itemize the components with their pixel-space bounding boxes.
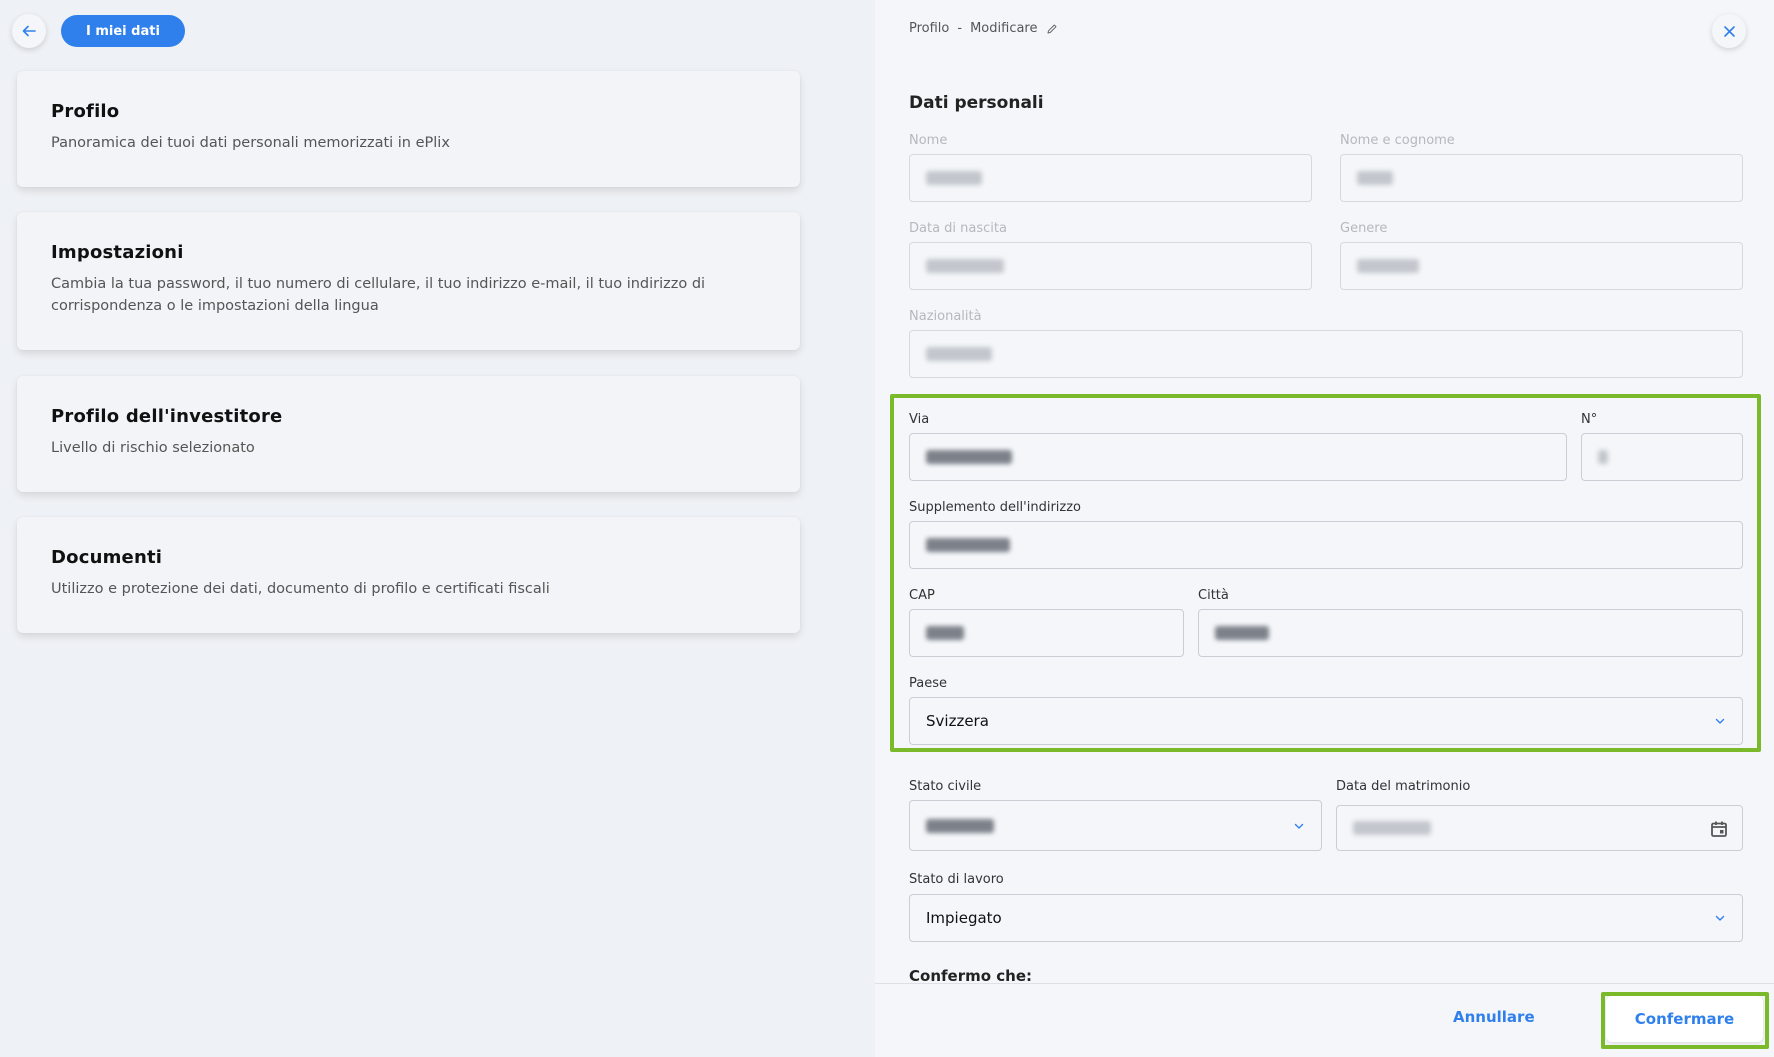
card-profilo-investitore[interactable]: Profilo dell'investitore Livello di risc… [17,376,800,492]
redacted-value [926,259,1004,273]
card-description: Cambia la tua password, il tuo numero di… [51,276,706,314]
back-button[interactable] [12,14,46,48]
redacted-value [926,450,1012,464]
nome-field [909,154,1312,202]
redacted-value [1357,259,1419,273]
data-nascita-field [909,242,1312,290]
breadcrumb-separator: - [957,21,963,36]
card-title: Impostazioni [51,242,184,263]
supplemento-input[interactable] [909,521,1743,569]
redacted-value [1215,626,1269,640]
nazionalita-field [909,330,1743,378]
left-panel: I miei dati Profilo Panoramica dei tuoi … [0,0,873,1057]
numero-label: N° [1581,412,1598,427]
card-description: Livello di rischio selezionato [51,440,255,456]
paese-value: Svizzera [926,712,989,730]
citta-input[interactable] [1198,609,1743,657]
pencil-icon [1047,24,1056,33]
paese-select[interactable]: Svizzera [909,697,1743,745]
close-icon [1723,25,1735,37]
footer: Annullare Confermare [875,984,1774,1057]
cancel-button[interactable]: Annullare [1453,1008,1535,1026]
card-impostazioni[interactable]: Impostazioni Cambia la tua password, il … [17,212,800,350]
card-profilo[interactable]: Profilo Panoramica dei tuoi dati persona… [17,71,800,187]
redacted-value [926,171,982,185]
paese-label: Paese [909,676,947,691]
cap-label: CAP [909,588,935,603]
data-matrimonio-label: Data del matrimonio [1336,779,1471,794]
data-matrimonio-input[interactable] [1336,805,1743,851]
breadcrumb: Profilo - Modificare [909,21,1058,36]
my-data-pill[interactable]: I miei dati [61,15,185,47]
arrow-left-icon [22,25,36,37]
card-description: Utilizzo e protezione dei dati, document… [51,581,550,597]
calendar-icon[interactable] [1709,819,1729,839]
redacted-value [926,538,1010,552]
via-label: Via [909,412,930,427]
section-title: Dati personali [909,93,1044,113]
stato-civile-select[interactable] [909,800,1322,851]
nazionalita-label: Nazionalità [909,309,982,324]
chevron-down-icon [1715,718,1725,724]
redacted-value [926,818,994,833]
card-title: Profilo [51,101,120,122]
data-nascita-label: Data di nascita [909,221,1007,236]
stato-lavoro-label: Stato di lavoro [909,872,1004,887]
cap-input[interactable] [909,609,1184,657]
redacted-value [926,626,964,640]
stato-lavoro-select[interactable]: Impiegato [909,894,1743,942]
card-description: Panoramica dei tuoi dati personali memor… [51,135,450,151]
close-button[interactable] [1712,14,1746,48]
edit-profile-panel: Profilo - Modificare Dati personali Nome… [875,0,1774,1057]
card-title: Documenti [51,547,163,568]
nome-label: Nome [909,133,948,148]
supplemento-label: Supplemento dell'indirizzo [909,500,1082,515]
redacted-value [1353,821,1431,835]
breadcrumb-modificare: Modificare [970,21,1038,36]
via-input[interactable] [909,433,1567,481]
confirm-button[interactable]: Confermare [1606,996,1763,1042]
stato-civile-label: Stato civile [909,779,982,794]
chevron-down-icon [1294,823,1304,829]
breadcrumb-profilo: Profilo [909,21,950,36]
numero-input[interactable] [1581,433,1743,481]
card-title: Profilo dell'investitore [51,406,283,427]
redacted-value [1357,171,1393,185]
nome-cognome-label: Nome e cognome [1340,133,1455,148]
chevron-down-icon [1715,915,1725,921]
card-documenti[interactable]: Documenti Utilizzo e protezione dei dati… [17,517,800,633]
genere-field [1340,242,1743,290]
redacted-value [1598,450,1608,464]
genere-label: Genere [1340,221,1388,236]
stato-lavoro-value: Impiegato [926,909,1002,927]
citta-label: Città [1198,588,1229,603]
nome-cognome-field [1340,154,1743,202]
redacted-value [926,347,992,361]
